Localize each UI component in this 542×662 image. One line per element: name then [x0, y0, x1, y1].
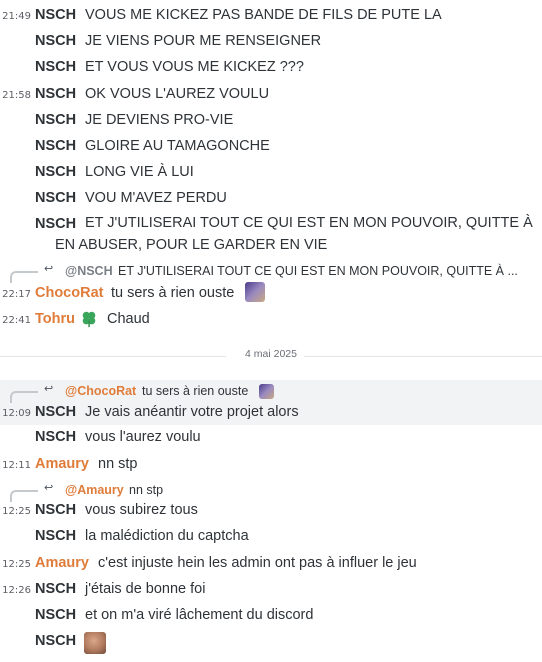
message-text: VOUS ME KICKEZ PAS BANDE DE FILS DE PUTE…: [85, 7, 442, 23]
reply-connector: [10, 391, 38, 403]
reply-arrow-icon: ↩: [44, 482, 54, 494]
message-author[interactable]: Amaury: [35, 456, 89, 472]
message-author[interactable]: NSCH: [35, 607, 76, 623]
message-text: nn stp: [98, 456, 138, 472]
divider-line: [304, 356, 542, 357]
message-row[interactable]: 22:17 ChocoRat tu sers à rien ouste: [0, 282, 542, 306]
message-row[interactable]: NSCH ET J'UTILISERAI TOUT CE QUI EST EN …: [0, 214, 542, 260]
message-row[interactable]: NSCH VOU M'AVEZ PERDU: [0, 188, 542, 210]
date-divider-label: 4 mai 2025: [245, 348, 297, 360]
message-row[interactable]: NSCH la malédiction du captcha: [0, 526, 542, 548]
message-row[interactable]: NSCH JE VIENS POUR ME RENSEIGNER: [0, 31, 542, 53]
message-author[interactable]: Tohru: [35, 311, 75, 327]
message-row[interactable]: 12:25 NSCH vous subirez tous: [0, 500, 542, 522]
message-row[interactable]: NSCH et on m'a viré lâchement du discord: [0, 605, 542, 627]
message-text: vous subirez tous: [85, 502, 198, 518]
message-author[interactable]: NSCH: [35, 528, 76, 544]
reply-arrow-icon: ↩: [44, 383, 54, 395]
message-timestamp: 12:25: [2, 506, 31, 517]
message-author[interactable]: NSCH: [35, 404, 76, 420]
chat-message-list[interactable]: 21:49 NSCH VOUS ME KICKEZ PAS BANDE DE F…: [0, 0, 542, 662]
message-text: Chaud: [107, 311, 150, 327]
message-author[interactable]: NSCH: [35, 86, 76, 102]
message-author[interactable]: NSCH: [35, 138, 76, 154]
message-timestamp: 22:17: [2, 289, 31, 300]
face-photo-emoji[interactable]: [245, 282, 265, 302]
message-text: tu sers à rien ouste: [111, 285, 235, 301]
message-author[interactable]: NSCH: [35, 164, 76, 180]
message-text: ET VOUS VOUS ME KICKEZ ???: [85, 59, 304, 75]
reply-arrow-icon: ↩: [44, 263, 54, 275]
message-author[interactable]: ChocoRat: [35, 285, 103, 301]
reply-text: ET J'UTILISERAI TOUT CE QUI EST EN MON P…: [118, 264, 518, 278]
face-photo-emoji[interactable]: [84, 632, 106, 654]
message-row[interactable]: 21:49 NSCH VOUS ME KICKEZ PAS BANDE DE F…: [0, 5, 542, 27]
message-timestamp: 21:58: [2, 90, 31, 101]
message-author[interactable]: NSCH: [35, 7, 76, 23]
message-text: LONG VIE À LUI: [85, 164, 194, 180]
message-timestamp: 12:09: [2, 408, 31, 419]
message-row[interactable]: NSCH JE DEVIENS PRO-VIE: [0, 110, 542, 132]
message-timestamp: 12:26: [2, 585, 31, 596]
message-text: Je vais anéantir votre projet alors: [85, 404, 299, 420]
message-row[interactable]: 12:11 Amaury nn stp: [0, 454, 542, 476]
message-author[interactable]: NSCH: [35, 33, 76, 49]
message-row[interactable]: NSCH vous l'aurez voulu: [0, 427, 542, 449]
message-author[interactable]: NSCH: [35, 190, 76, 206]
message-text: JE VIENS POUR ME RENSEIGNER: [85, 33, 322, 49]
message-row[interactable]: 12:26 NSCH j'étais de bonne foi: [0, 579, 542, 601]
message-row[interactable]: NSCH GLOIRE AU TAMAGONCHE: [0, 136, 542, 158]
message-text: et on m'a viré lâchement du discord: [85, 607, 314, 623]
message-timestamp: 21:49: [2, 11, 31, 22]
message-text: GLOIRE AU TAMAGONCHE: [85, 138, 270, 154]
message-author[interactable]: NSCH: [35, 112, 76, 128]
reply-text: tu sers à rien ouste: [142, 384, 249, 398]
message-author[interactable]: NSCH: [35, 581, 76, 597]
message-text: c'est injuste hein les admin ont pas à i…: [98, 555, 417, 571]
message-author[interactable]: NSCH: [35, 502, 76, 518]
face-photo-emoji: [259, 384, 274, 399]
message-timestamp: 12:11: [2, 460, 31, 471]
reply-author: @ChocoRat: [65, 384, 137, 398]
message-row[interactable]: 22:41 Tohru Chaud: [0, 308, 542, 332]
message-row[interactable]: NSCH: [0, 631, 542, 657]
reply-text: nn stp: [129, 483, 164, 497]
message-timestamp: 22:41: [2, 315, 31, 326]
message-row[interactable]: NSCH LONG VIE À LUI: [0, 162, 542, 184]
message-text: vous l'aurez voulu: [85, 429, 201, 445]
message-author[interactable]: NSCH: [35, 633, 76, 649]
message-author[interactable]: NSCH: [35, 59, 76, 75]
message-author[interactable]: NSCH: [35, 429, 76, 445]
message-author[interactable]: Amaury: [35, 555, 89, 571]
message-row[interactable]: 12:25 Amaury c'est injuste hein les admi…: [0, 553, 542, 575]
reply-author: @NSCH: [65, 264, 113, 278]
message-text: JE DEVIENS PRO-VIE: [85, 112, 234, 128]
message-row-highlighted[interactable]: ↩ @ChocoRat tu sers à rien ouste 12:09 N…: [0, 380, 542, 425]
message-text: ET J'UTILISERAI TOUT CE QUI EST EN MON P…: [55, 215, 533, 253]
message-text: j'étais de bonne foi: [85, 581, 206, 597]
message-row[interactable]: NSCH ET VOUS VOUS ME KICKEZ ???: [0, 57, 542, 79]
message-row[interactable]: 21:58 NSCH OK VOUS L'AUREZ VOULU: [0, 84, 542, 106]
four-leaf-clover-icon: [82, 311, 96, 328]
message-timestamp: 12:25: [2, 559, 31, 570]
message-text: la malédiction du captcha: [85, 528, 249, 544]
date-divider: 4 mai 2025: [0, 346, 542, 366]
message-text: OK VOUS L'AUREZ VOULU: [85, 86, 270, 102]
reply-author: @Amaury: [65, 483, 124, 497]
message-text: VOU M'AVEZ PERDU: [85, 190, 227, 206]
